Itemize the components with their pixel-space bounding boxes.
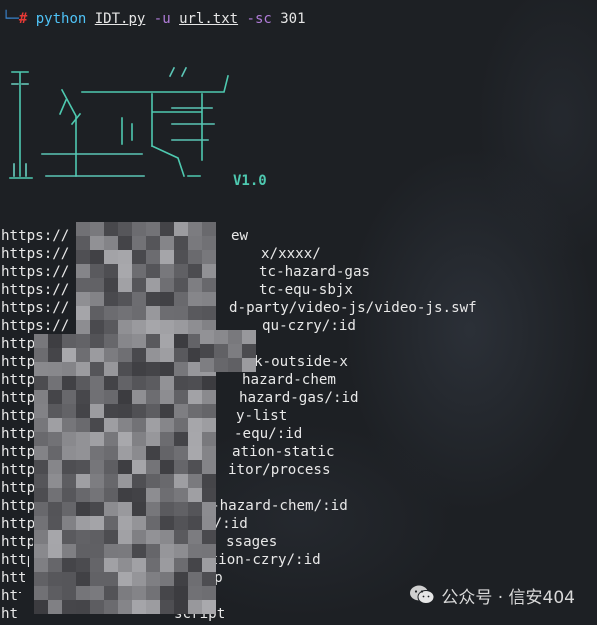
url-prefix: https:// xyxy=(1,264,70,280)
url-path-suffix: e xyxy=(196,480,205,496)
url-path-suffix: ation-static xyxy=(232,444,335,460)
url-line: https:// itor/process xyxy=(1,461,595,479)
url-prefix: https:// xyxy=(1,228,70,244)
url-path-suffix: k-outside-x xyxy=(254,354,348,370)
url-line: https:// ssages xyxy=(1,533,595,551)
url-prefix: https:// xyxy=(1,336,70,352)
url-path-suffix: qu-czry/:id xyxy=(262,318,356,334)
url-path-suffix: ssages xyxy=(226,534,278,550)
url-line: https:// ation-static xyxy=(1,443,595,461)
url-prefix: https:// xyxy=(1,426,51,442)
url-prefix: https:// xyxy=(1,516,35,532)
url-path-suffix: diation-czry/:id xyxy=(184,552,321,568)
url-line: https:// ser/:id xyxy=(1,515,595,533)
wechat-watermark: 公众号 · 信安404 xyxy=(409,583,575,608)
url-prefix: https:// xyxy=(1,606,17,622)
flag-sc: -sc xyxy=(246,11,272,27)
url-prefix: https:// xyxy=(1,480,41,496)
url-line: https:// hazard-gas/:id xyxy=(1,389,595,407)
command-prompt-line: └─# python IDT.py -u url.txt -sc 301 xyxy=(2,10,306,28)
url-prefix: https:// xyxy=(1,318,70,334)
idt-ascii-banner xyxy=(2,54,242,194)
url-line: https:// diation-czry/:id xyxy=(1,551,595,569)
url-path-suffix: ser/:id xyxy=(188,516,248,532)
url-path-suffix: hazard-gas/:id xyxy=(239,390,359,406)
url-prefix: https:// xyxy=(1,534,33,550)
url-line: https:// e xyxy=(1,479,595,497)
url-path-suffix: tc-equ-sbjx xyxy=(259,282,353,298)
url-prefix: https:// xyxy=(1,246,70,262)
idt-logo-art xyxy=(9,66,229,179)
input-file-argument[interactable]: url.txt xyxy=(179,11,238,27)
url-prefix: https:// xyxy=(1,372,59,388)
prompt-hash: # xyxy=(18,11,28,27)
command-name: python xyxy=(35,11,87,27)
url-line: https:// tc-equ-sbjx xyxy=(1,281,595,299)
url-line: https:// tc-hazard-gas xyxy=(1,263,595,281)
url-path-suffix: itor/process xyxy=(228,462,331,478)
url-result-list: https:// ew https:// x/xxxx/https:// tc-haza… xyxy=(1,227,595,623)
url-path-suffix: x/xxxx/ xyxy=(261,246,321,262)
url-prefix: https:// xyxy=(1,444,47,460)
url-path-suffix: tc-hazard-gas xyxy=(259,264,371,280)
url-line: https:// -equ/:id xyxy=(1,425,595,443)
url-line: https:// hazard-chem xyxy=(1,371,595,389)
url-line: https:// tc-hazard-chem/:id xyxy=(1,497,595,515)
url-line: https:// qu-czry/:id xyxy=(1,317,595,335)
url-path-suffix: hazard-chem xyxy=(242,372,336,388)
status-code-argument: 301 xyxy=(280,11,306,27)
url-path-suffix: -equ/:id xyxy=(234,426,303,442)
url-prefix: https:// xyxy=(1,300,70,316)
url-path-suffix: d-party/video-js/video-js.swf xyxy=(229,300,477,316)
version-label: V1.0 xyxy=(233,173,267,189)
url-path-suffix: ew xyxy=(231,228,249,244)
url-line: https:// d-party/video-js/video-js.swf xyxy=(1,299,595,317)
terminal-window[interactable]: └─# python IDT.py -u url.txt -sc 301 V1.… xyxy=(0,0,597,625)
url-path-suffix: g-map xyxy=(180,570,223,586)
wechat-icon xyxy=(409,584,435,606)
url-prefix: https:// xyxy=(1,282,70,298)
url-prefix: https:// xyxy=(1,588,21,604)
script-argument[interactable]: IDT.py xyxy=(95,11,146,27)
url-line: https:// y-list xyxy=(1,407,595,425)
url-path-suffix: tc-hazard-chem/:id xyxy=(194,498,348,514)
url-path-suffix: ser xyxy=(176,588,202,604)
url-prefix: https:// xyxy=(1,462,45,478)
url-path-suffix: y-list xyxy=(236,408,288,424)
url-line: https:// ew xyxy=(1,227,595,245)
prompt-corner: └─ xyxy=(2,11,19,27)
watermark-text: 公众号 · 信安404 xyxy=(441,587,575,608)
url-prefix: https:// xyxy=(1,354,61,370)
url-prefix: https:// xyxy=(1,570,25,586)
url-line: https:// k-outside-x xyxy=(1,353,595,371)
flag-u: -u xyxy=(153,11,171,27)
url-line: https:// xyxy=(1,335,595,353)
url-prefix: https:// xyxy=(1,390,56,406)
url-line: https:// script xyxy=(1,605,595,623)
url-prefix: https:// xyxy=(1,552,29,568)
url-prefix: https:// xyxy=(1,498,39,514)
url-prefix: https:// xyxy=(1,408,53,424)
url-line: https:// x/xxxx/ xyxy=(1,245,595,263)
url-path-suffix: script xyxy=(174,606,226,622)
